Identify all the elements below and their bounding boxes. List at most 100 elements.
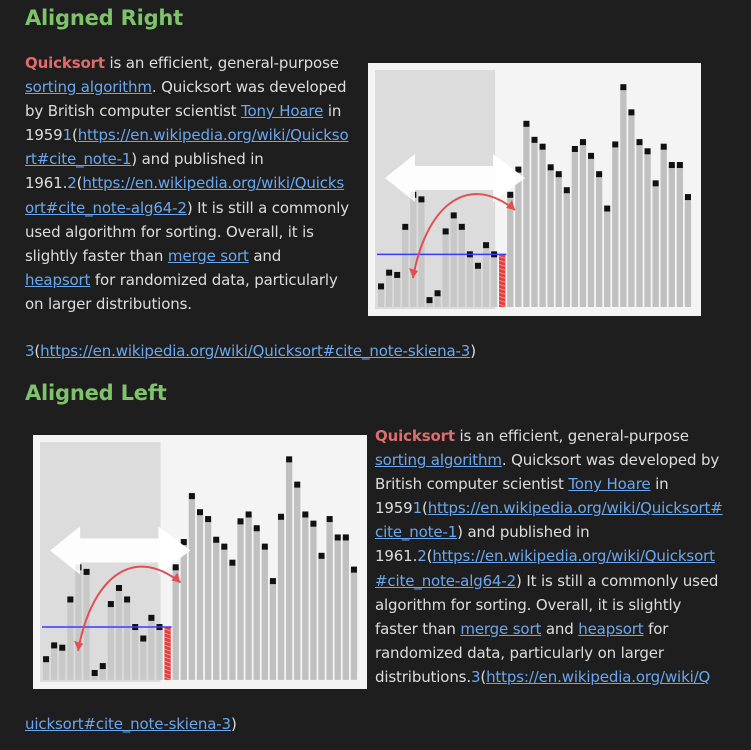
data-point	[652, 180, 659, 187]
footnote-marker-2[interactable]: 2	[67, 174, 77, 192]
data-point	[83, 568, 90, 575]
data-point	[386, 269, 393, 276]
bar	[204, 519, 212, 680]
data-point	[107, 601, 114, 608]
data-point	[302, 511, 309, 518]
data-point	[676, 162, 683, 169]
bar	[587, 155, 595, 307]
link-ref-3[interactable]: https://en.wikipedia.org/wiki/Quicksort#…	[40, 342, 470, 360]
data-point	[596, 171, 603, 178]
link-sorting-algorithm[interactable]: sorting algorithm	[25, 78, 152, 96]
data-point	[378, 283, 385, 290]
quicksort-animation-image-right	[368, 63, 701, 316]
bar	[310, 523, 317, 680]
data-point	[450, 212, 457, 219]
data-point	[318, 552, 325, 559]
data-point	[67, 596, 74, 603]
text-segment: is an efficient, general-purpose	[454, 427, 689, 445]
link-tony-hoare[interactable]: Tony Hoare	[568, 475, 650, 493]
data-point	[588, 152, 595, 159]
bar	[644, 151, 651, 307]
data-point	[286, 456, 293, 463]
bar	[237, 521, 244, 680]
data-point	[350, 566, 357, 573]
data-point	[326, 516, 333, 523]
bar	[229, 562, 236, 680]
bar	[684, 197, 692, 307]
text-segment: and	[248, 246, 282, 265]
bar	[507, 194, 514, 307]
link-heapsort[interactable]: heapsort	[25, 271, 90, 289]
bar	[318, 555, 325, 680]
text-segment: is an efficient, general-purpose	[104, 54, 339, 72]
data-point	[684, 194, 691, 201]
data-point	[523, 120, 530, 127]
data-point	[604, 205, 611, 212]
data-point	[442, 228, 449, 235]
data-point	[342, 534, 349, 541]
bar	[67, 599, 74, 680]
data-point	[507, 191, 514, 198]
data-point	[563, 187, 570, 194]
bar	[172, 567, 179, 680]
data-point	[205, 516, 212, 523]
bar	[196, 512, 204, 680]
data-point	[172, 564, 179, 571]
footnote-marker-1[interactable]: 1	[413, 499, 423, 517]
bar	[579, 142, 587, 307]
link-merge-sort[interactable]: merge sort	[168, 247, 249, 265]
bar	[539, 146, 546, 307]
bar	[42, 659, 50, 680]
term-quicksort: Quicksort	[375, 427, 455, 445]
link-merge-sort[interactable]: merge sort	[460, 620, 541, 638]
bar	[180, 542, 187, 680]
link-tony-hoare[interactable]: Tony Hoare	[241, 102, 323, 120]
bar	[402, 226, 409, 307]
data-point	[59, 644, 66, 651]
bar	[245, 514, 252, 680]
data-point	[43, 656, 50, 663]
footnote-marker-3[interactable]: 3	[471, 668, 481, 686]
data-point	[474, 262, 481, 269]
data-point	[668, 162, 675, 169]
bar	[115, 587, 123, 680]
bar	[156, 627, 163, 680]
link-ref-3-end[interactable]: uicksort#cite_note-skiena-3	[25, 715, 231, 733]
bar	[450, 215, 457, 307]
data-point	[620, 84, 627, 91]
bar	[285, 459, 293, 680]
data-point	[140, 635, 147, 642]
data-point	[612, 141, 619, 148]
data-point	[196, 509, 204, 516]
bar	[385, 272, 393, 307]
bar	[132, 627, 139, 680]
data-point	[278, 513, 285, 520]
link-sorting-algorithm[interactable]: sorting algorithm	[375, 451, 502, 469]
bar	[377, 286, 385, 307]
data-point	[644, 148, 651, 155]
quicksort-visualization	[40, 442, 358, 682]
data-point	[91, 669, 98, 676]
footnote-marker-2[interactable]: 2	[417, 547, 427, 565]
data-point	[51, 642, 58, 649]
data-point	[531, 136, 538, 143]
bar	[531, 139, 538, 307]
quicksort-animation-image-left	[33, 435, 367, 689]
data-point	[237, 518, 244, 525]
data-point	[310, 520, 317, 527]
link-ref-3-start[interactable]: https://en.wikipedia.org/wiki/Q	[486, 668, 710, 686]
data-point	[636, 139, 643, 146]
data-point	[115, 584, 122, 591]
data-point	[245, 511, 252, 518]
footnote-marker-1[interactable]: 1	[63, 126, 73, 144]
bar	[221, 546, 228, 680]
bar	[59, 647, 66, 680]
bar	[277, 516, 285, 680]
bar	[571, 148, 579, 307]
bar	[612, 144, 619, 307]
footnote-marker-3[interactable]: 3	[25, 342, 35, 360]
link-heapsort[interactable]: heapsort	[578, 620, 643, 638]
bar	[466, 254, 474, 307]
data-point	[229, 559, 236, 566]
bar	[515, 169, 522, 307]
